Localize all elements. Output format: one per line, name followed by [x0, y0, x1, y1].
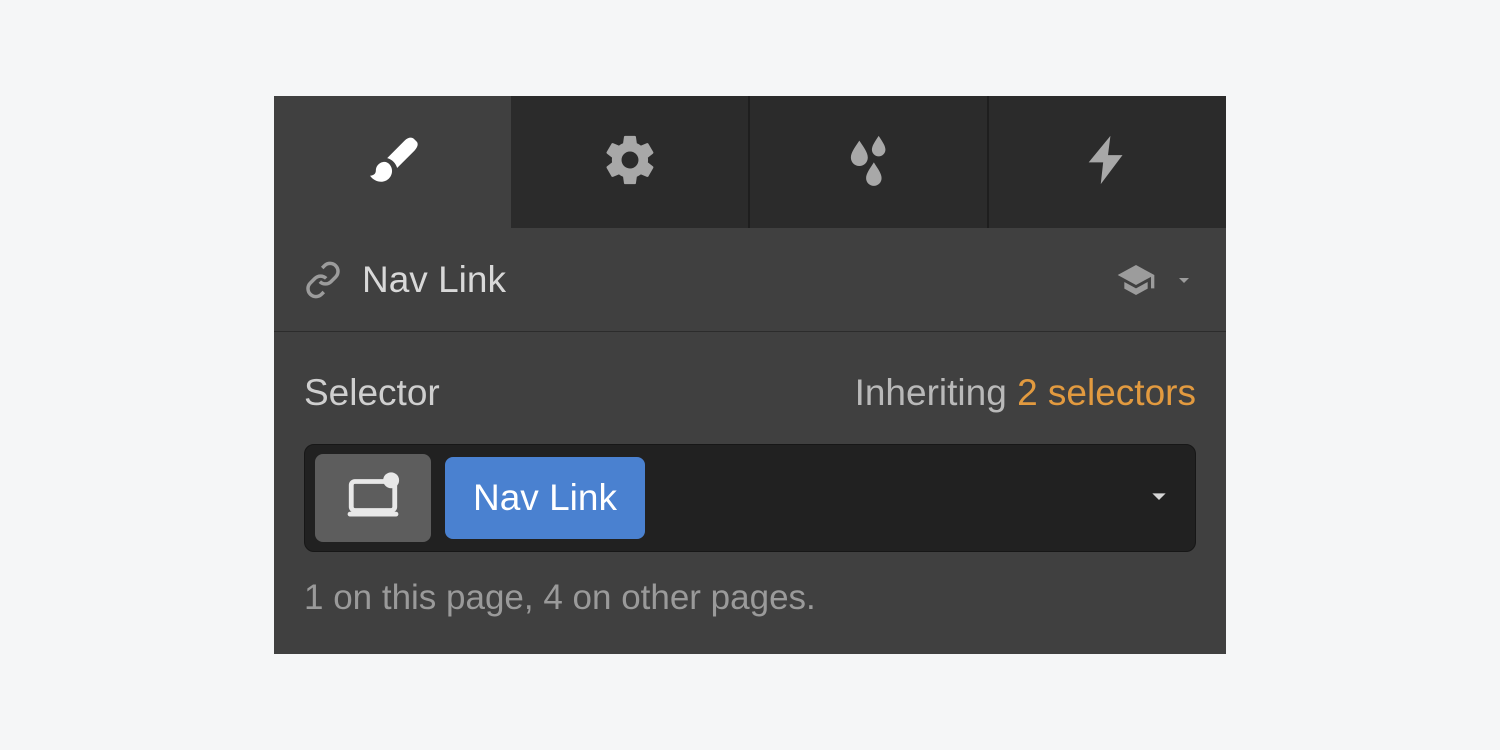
selector-label: Selector: [304, 372, 440, 414]
tab-interactions[interactable]: [989, 96, 1226, 228]
tab-style[interactable]: [274, 96, 511, 228]
style-panel: Nav Link Selector Inheriting 2 selectors: [274, 96, 1226, 654]
panel-tabs: [274, 96, 1226, 228]
link-icon: [304, 261, 342, 299]
selector-header: Selector Inheriting 2 selectors: [304, 372, 1196, 414]
inheriting-count-link[interactable]: 2 selectors: [1017, 372, 1196, 413]
element-name: Nav Link: [362, 259, 506, 301]
states-dropdown[interactable]: [1143, 480, 1175, 517]
help-dropdown-caret-icon[interactable]: [1172, 268, 1196, 292]
selector-input[interactable]: Nav Link: [304, 444, 1196, 552]
inheriting-info: Inheriting 2 selectors: [855, 372, 1196, 414]
inheriting-label: Inheriting: [855, 372, 1007, 413]
tab-effects[interactable]: [750, 96, 989, 228]
breakpoint-button[interactable]: [315, 454, 431, 542]
element-row: Nav Link: [274, 228, 1226, 332]
selector-section: Selector Inheriting 2 selectors Nav Link: [274, 332, 1226, 654]
bolt-icon: [1079, 131, 1137, 194]
tab-settings[interactable]: [511, 96, 750, 228]
gear-icon: [601, 131, 659, 194]
class-chip[interactable]: Nav Link: [445, 457, 645, 539]
droplets-icon: [840, 131, 898, 194]
desktop-icon: [344, 467, 402, 530]
graduation-cap-icon[interactable]: [1116, 260, 1156, 300]
instance-count: 1 on this page, 4 on other pages.: [304, 578, 1196, 618]
brush-icon: [364, 131, 422, 194]
